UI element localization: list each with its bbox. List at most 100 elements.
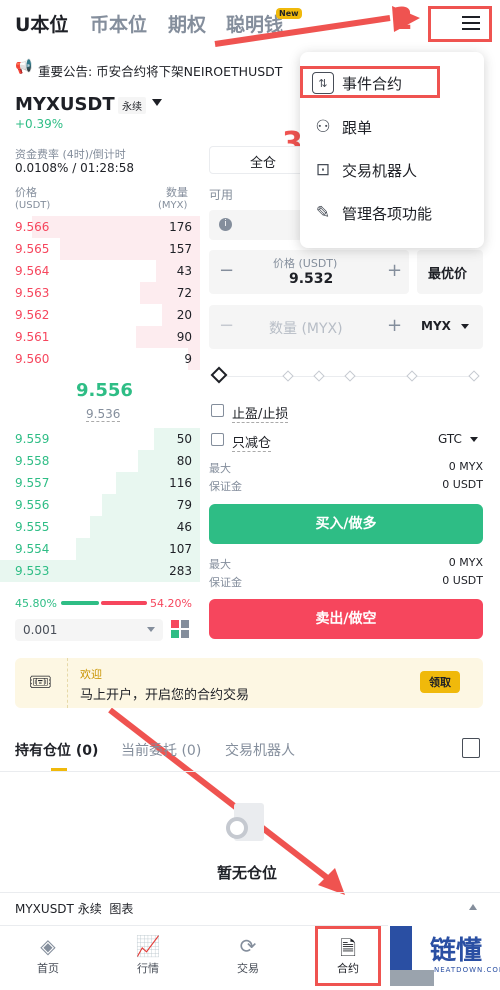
ask-price: 9.565 xyxy=(15,242,50,256)
ask-qty: 72 xyxy=(176,286,192,300)
buy-ratio: 45.80% xyxy=(15,597,57,610)
tab-positions[interactable]: 持有仓位 (0) xyxy=(15,740,98,760)
chart-bar-label[interactable]: MYXUSDT 永续 图表 xyxy=(15,900,133,917)
tpsl-checkbox[interactable] xyxy=(211,404,224,417)
price-input[interactable]: − 价格 (USDT) 9.532 + xyxy=(209,250,409,294)
bid-row[interactable]: 9.558 80 xyxy=(0,450,200,472)
bid-row[interactable]: 9.559 50 xyxy=(0,428,200,450)
order-history-icon[interactable] xyxy=(462,738,480,758)
empty-text: 暂无仓位 xyxy=(217,864,278,882)
ask-qty: 43 xyxy=(176,264,192,278)
buy-ratio-bar xyxy=(61,601,99,605)
sell-margin-value: 0 USDT xyxy=(442,574,483,587)
minus-icon[interactable]: − xyxy=(219,315,234,336)
bid-price: 9.555 xyxy=(15,520,50,534)
sell-margin-label: 保证金 xyxy=(209,576,242,589)
ask-row[interactable]: 9.563 72 xyxy=(0,282,200,304)
qty-unit-select[interactable]: MYX xyxy=(421,319,451,333)
buy-margin-value: 0 USDT xyxy=(442,478,483,491)
price-change: +0.39% xyxy=(15,117,64,131)
welcome-text: 马上开户，开启您的合约交易 xyxy=(80,688,250,703)
ask-row[interactable]: 9.561 90 xyxy=(0,326,200,348)
claim-button[interactable]: 领取 xyxy=(420,671,460,693)
ask-qty: 9 xyxy=(184,352,192,366)
chevron-up-icon[interactable] xyxy=(469,904,477,910)
sell-ratio-bar xyxy=(101,601,147,605)
buy-max-value: 0 MYX xyxy=(448,460,483,473)
markets-icon: 📈 xyxy=(135,934,161,958)
home-icon: ◈ xyxy=(40,934,56,958)
sell-ratio: 54.20% xyxy=(150,597,192,610)
bid-row[interactable]: 9.557 116 xyxy=(0,472,200,494)
nav-trade[interactable]: ⟳ 交易 xyxy=(218,934,278,976)
ob-qty-header: 数量 xyxy=(166,186,188,199)
bid-price: 9.554 xyxy=(15,542,50,556)
trade-icon: ⟳ xyxy=(239,934,257,958)
reduce-only-checkbox[interactable] xyxy=(211,433,224,446)
orderbook-layout-icon[interactable] xyxy=(171,620,189,638)
ticket-icon: 🎟 xyxy=(29,672,52,693)
ob-price-unit: (USDT) xyxy=(15,200,51,211)
buy-max-label: 最大 xyxy=(209,462,231,475)
ask-row[interactable]: 9.565 157 xyxy=(0,238,200,260)
copy-trading-icon: ⚇ xyxy=(315,117,331,137)
bid-row[interactable]: 9.555 46 xyxy=(0,516,200,538)
positions-tabs: 持有仓位 (0) 当前委托 (0) 交易机器人 xyxy=(0,738,500,774)
ask-qty: 157 xyxy=(169,242,192,256)
quantity-input[interactable]: − 数量 (MYX) + MYX xyxy=(209,305,483,349)
announcement-text: 重要公告: 币安合约将下架NEIROETHUSDT xyxy=(38,64,283,79)
bid-row[interactable]: 9.554 107 xyxy=(0,538,200,560)
nav-home[interactable]: ◈ 首页 xyxy=(18,934,78,976)
perpetual-badge: 永续 xyxy=(118,97,146,114)
chevron-down-icon xyxy=(470,437,478,442)
ask-price: 9.562 xyxy=(15,308,50,322)
ask-price: 9.563 xyxy=(15,286,50,300)
bid-price: 9.559 xyxy=(15,432,50,446)
ask-row[interactable]: 9.566 176 xyxy=(0,216,200,238)
tab-open-orders[interactable]: 当前委托 (0) xyxy=(121,740,201,760)
welcome-banner: 🎟 欢迎 马上开户，开启您的合约交易 领取 xyxy=(15,658,483,708)
sell-short-button[interactable]: 卖出/做空 xyxy=(209,599,483,639)
bid-qty: 283 xyxy=(169,564,192,578)
plus-icon[interactable]: + xyxy=(387,315,402,336)
last-price: 9.556 xyxy=(76,380,133,401)
ob-price-header: 价格 xyxy=(15,186,37,199)
tpsl-label: 止盈/止损 xyxy=(232,403,289,423)
symbol-title[interactable]: MYXUSDT xyxy=(15,94,115,115)
empty-state-icon xyxy=(222,803,268,853)
reduce-only-label: 只减仓 xyxy=(232,432,272,452)
bid-row[interactable]: 9.553 283 xyxy=(0,560,200,582)
pencil-icon: ✎ xyxy=(315,203,331,223)
best-price-button[interactable]: 最优价 xyxy=(417,250,483,294)
more-menu-dropdown: ⇅ 事件合约 ⚇ 跟单 ⊡ 交易机器人 ✎ 管理各项功能 xyxy=(300,52,484,248)
ask-price: 9.561 xyxy=(15,330,50,344)
buy-long-button[interactable]: 买入/做多 xyxy=(209,504,483,544)
robot-icon: ⊡ xyxy=(315,160,331,180)
ask-row[interactable]: 9.560 9 xyxy=(0,348,200,370)
symbol-dropdown-icon[interactable] xyxy=(152,99,162,106)
sell-max-label: 最大 xyxy=(209,558,231,571)
buy-margin-label: 保证金 xyxy=(209,480,242,493)
bid-qty: 46 xyxy=(176,520,192,534)
event-contract-icon: ⇅ xyxy=(312,72,334,94)
ob-qty-unit: (MYX) xyxy=(158,200,188,211)
bid-price: 9.557 xyxy=(15,476,50,490)
plus-icon[interactable]: + xyxy=(387,260,402,281)
bid-price: 9.556 xyxy=(15,498,50,512)
bid-price: 9.558 xyxy=(15,454,50,468)
time-in-force-select[interactable]: GTC xyxy=(438,432,462,446)
ask-row[interactable]: 9.562 20 xyxy=(0,304,200,326)
nav-markets[interactable]: 📈 行情 xyxy=(118,934,178,976)
bid-row[interactable]: 9.556 79 xyxy=(0,494,200,516)
available-label: 可用 xyxy=(209,188,234,202)
minus-icon[interactable]: − xyxy=(219,260,234,281)
tab-trading-bots[interactable]: 交易机器人 xyxy=(225,740,295,760)
bid-qty: 79 xyxy=(176,498,192,512)
price-value: 9.532 xyxy=(289,271,334,287)
ask-row[interactable]: 9.564 43 xyxy=(0,260,200,282)
bid-qty: 107 xyxy=(169,542,192,556)
precision-select[interactable]: 0.001 xyxy=(15,619,163,641)
ask-qty: 20 xyxy=(176,308,192,322)
info-icon: i xyxy=(219,218,232,231)
chevron-down-icon xyxy=(147,627,155,632)
